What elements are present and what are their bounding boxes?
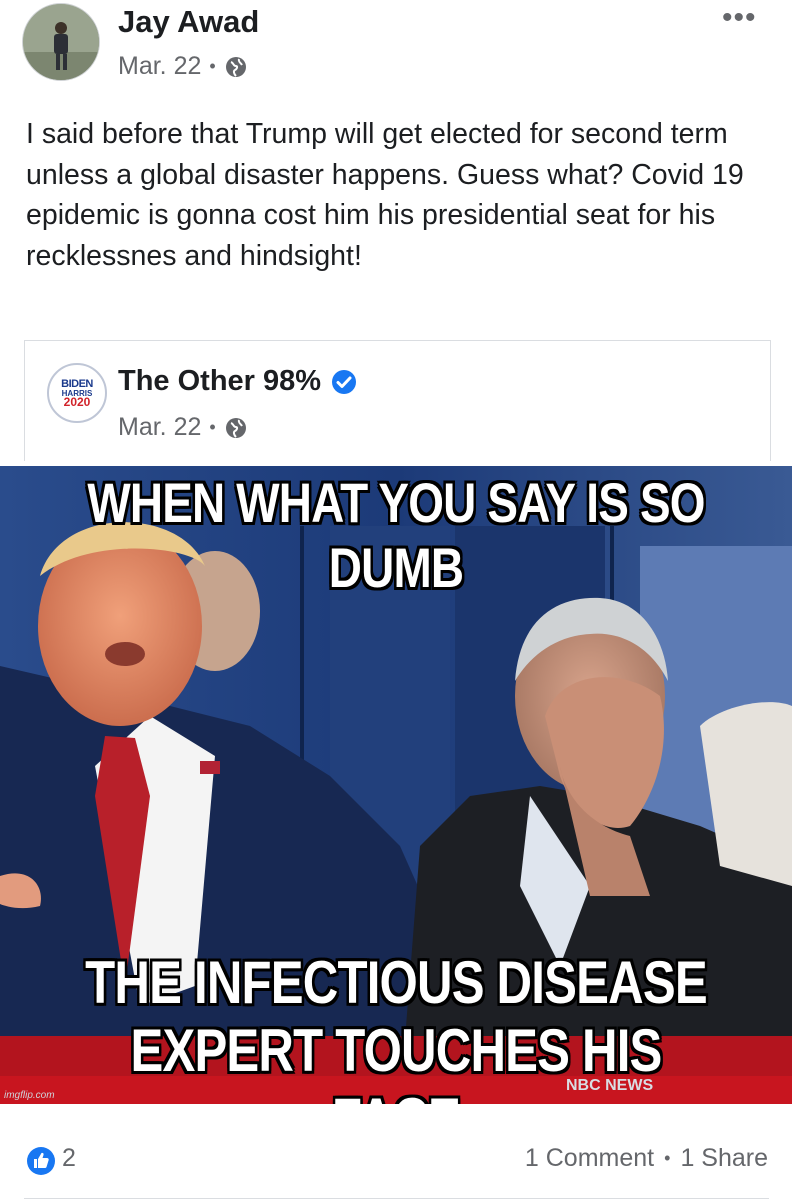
verified-badge-icon	[332, 369, 357, 394]
meme-top-caption: WHEN WHAT YOU SAY IS SO DUMB	[87, 471, 705, 599]
shared-post-meta: Mar. 22 •	[118, 413, 248, 442]
meme-bottom-caption-line1: THE INFECTIOUS DISEASE	[85, 949, 707, 1016]
footer-separator: •	[664, 1148, 671, 1168]
engagement-summary: 1 Comment • 1 Share	[525, 1144, 768, 1173]
like-count[interactable]: 2	[62, 1144, 76, 1173]
shared-post-date[interactable]: Mar. 22	[118, 413, 201, 442]
globe-icon	[225, 56, 246, 77]
more-options-icon[interactable]: •••	[722, 3, 757, 33]
post-meta: Mar. 22 •	[118, 52, 248, 81]
post-footer: 2 1 Comment • 1 Share	[0, 1104, 792, 1200]
shared-page-name[interactable]: The Other 98%	[118, 365, 357, 398]
shared-post-header: BIDEN HARRIS 2020 The Other 98% Mar. 22 …	[24, 340, 771, 461]
meta-separator: •	[209, 56, 216, 76]
post-date[interactable]: Mar. 22	[118, 52, 201, 81]
meme-image[interactable]: WHEN WHAT YOU SAY IS SO DUMB THE INFECTI…	[0, 466, 792, 1104]
post-body-text: I said before that Trump will get electe…	[26, 118, 744, 272]
meta-separator: •	[209, 417, 216, 437]
post-author-name[interactable]: Jay Awad	[118, 4, 259, 40]
broadcast-tag: NBC NEWS	[566, 1077, 654, 1094]
share-count[interactable]: 1 Share	[680, 1144, 768, 1173]
comment-count[interactable]: 1 Comment	[525, 1144, 654, 1173]
like-reaction-icon[interactable]	[26, 1146, 56, 1176]
divider	[24, 1198, 769, 1199]
page-logo[interactable]: BIDEN HARRIS 2020	[47, 363, 107, 423]
post-header: Jay Awad Mar. 22 • •••	[0, 0, 792, 100]
globe-icon	[225, 417, 246, 438]
imgflip-watermark: imgflip.com	[4, 1090, 55, 1101]
avatar[interactable]	[22, 3, 100, 81]
